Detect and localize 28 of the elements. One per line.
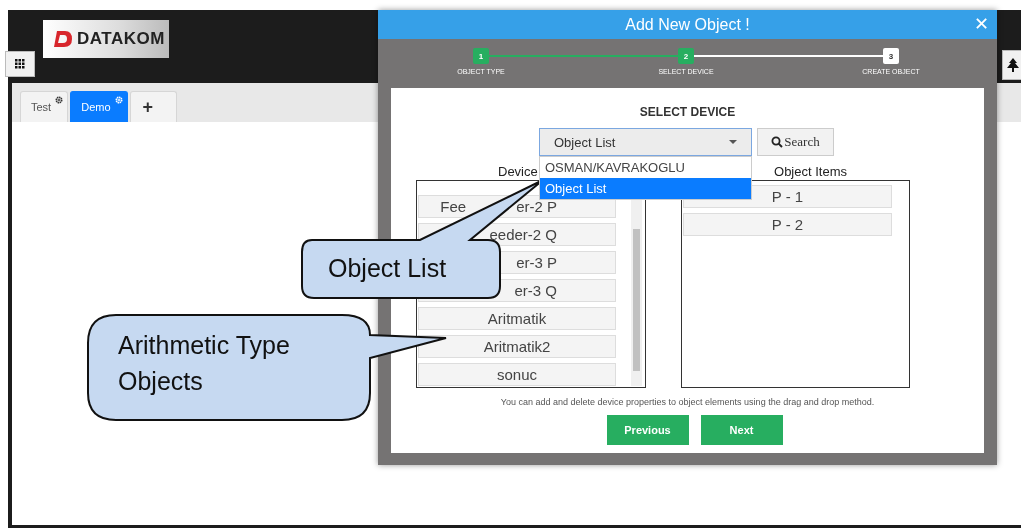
dropdown-option[interactable]: OSMAN/KAVRAKOGLU [540,157,751,178]
dropdown-option[interactable]: Object List [540,178,751,199]
step-number: 2 [678,48,694,64]
search-button[interactable]: Search [757,128,834,156]
logo-text: DATAKOM [77,29,165,49]
step-number: 3 [883,48,899,64]
search-icon [771,136,784,148]
dialog-title: Add New Object ! [625,15,750,34]
add-tab-button[interactable]: + [129,91,177,122]
device-dropdown[interactable]: Object List [539,128,752,156]
column-header: Object Items [774,164,847,179]
device-item[interactable]: sonuc [418,363,616,386]
gear-icon[interactable] [55,96,64,104]
step-number: 1 [473,48,489,64]
grid-icon [15,59,25,69]
caret-icon [729,140,737,144]
tab[interactable]: Demo [70,91,128,122]
device-item[interactable]: Aritmatik2 [418,335,616,358]
logo-mark-icon [51,28,73,50]
callout-text: Arithmetic Type Objects [118,330,291,397]
object-item[interactable]: P - 2 [683,213,892,236]
tree-icon [1007,58,1019,72]
tab[interactable]: Test [20,91,69,122]
column-header: Device [498,164,538,179]
hint-text: You can add and delete device properties to object elements using the drag and drop method. [499,397,876,407]
apps-menu-button[interactable] [5,51,35,77]
device-item[interactable]: Aritmatik [418,307,616,330]
section-heading: SELECT DEVICE [638,104,737,120]
